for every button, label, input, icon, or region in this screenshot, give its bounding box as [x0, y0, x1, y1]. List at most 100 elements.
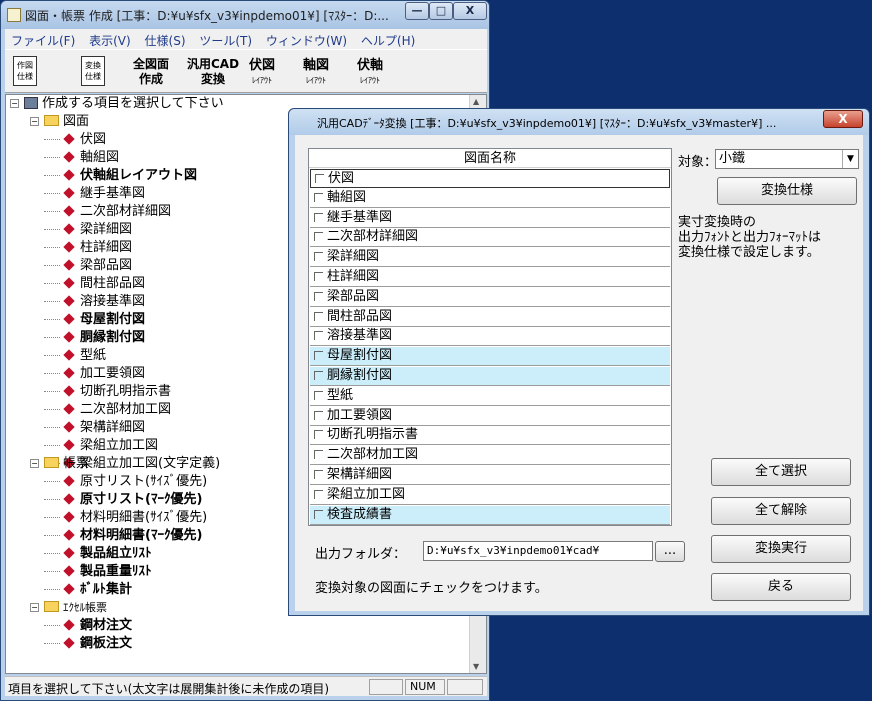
- tree-item[interactable]: 継手基準図: [44, 185, 145, 203]
- tree-item[interactable]: 二次部材加工図: [44, 401, 171, 419]
- checkbox[interactable]: [314, 371, 323, 380]
- tree-item[interactable]: ﾎﾞﾙﾄ集計: [44, 581, 132, 599]
- checkbox[interactable]: [314, 351, 323, 361]
- checkbox[interactable]: [314, 331, 323, 341]
- checkbox[interactable]: [314, 291, 323, 301]
- menu-view[interactable]: 表示(V): [85, 29, 137, 49]
- tree-item[interactable]: 伏図: [44, 131, 106, 149]
- tree-root[interactable]: − 作成する項目を選択して下さい: [10, 95, 224, 113]
- tree-item[interactable]: 梁組立加工図: [44, 437, 158, 455]
- browse-button[interactable]: ...: [655, 541, 685, 562]
- checklist-row[interactable]: 母屋割付図: [310, 347, 670, 367]
- checkbox[interactable]: [315, 174, 324, 183]
- dialog-close-button[interactable]: X: [823, 110, 863, 128]
- tree-item[interactable]: 型紙: [44, 347, 106, 365]
- checkbox[interactable]: [314, 311, 323, 321]
- tree-item[interactable]: 原寸リスト(ｻｲｽﾞ優先): [44, 473, 207, 491]
- tree-item[interactable]: 切断孔明指示書: [44, 383, 171, 401]
- checkbox[interactable]: [314, 489, 323, 499]
- checkbox[interactable]: [314, 430, 323, 440]
- checkbox[interactable]: [314, 212, 323, 222]
- menu-spec[interactable]: 仕様(S): [141, 29, 192, 49]
- checklist-row[interactable]: 溶接基準図: [310, 327, 670, 347]
- axis-layout-button[interactable]: 軸図 ﾚｲｱｳﾄ: [303, 58, 329, 88]
- menu-help[interactable]: ヘルプ(H): [357, 29, 421, 49]
- checkbox[interactable]: [314, 192, 323, 202]
- checklist-row[interactable]: 梁詳細図: [310, 248, 670, 268]
- deselect-all-button[interactable]: 全て解除: [711, 497, 851, 525]
- tree-item[interactable]: 架構詳細図: [44, 419, 145, 437]
- tree-item[interactable]: 胴縁割付図: [44, 329, 145, 347]
- tree-item[interactable]: 伏軸組レイアウト図: [44, 167, 197, 185]
- close-button[interactable]: X: [453, 2, 487, 20]
- tree-item[interactable]: 製品組立ﾘｽﾄ: [44, 545, 152, 563]
- checkbox[interactable]: [314, 410, 323, 420]
- chevron-down-icon[interactable]: ▼: [842, 150, 858, 168]
- tree-item[interactable]: 梁詳細図: [44, 221, 132, 239]
- back-button[interactable]: 戻る: [711, 573, 851, 601]
- checklist-row[interactable]: 型紙: [310, 387, 670, 406]
- plan-axis-layout-button[interactable]: 伏軸 ﾚｲｱｳﾄ: [357, 58, 383, 88]
- checklist-row[interactable]: 加工要領図: [310, 407, 670, 426]
- checklist-row[interactable]: 軸組図: [310, 189, 670, 208]
- checklist-row[interactable]: 柱詳細図: [310, 268, 670, 287]
- tree-item[interactable]: 母屋割付図: [44, 311, 145, 329]
- tree-folder-drawings[interactable]: − 図面: [30, 113, 89, 131]
- collapse-icon[interactable]: −: [30, 603, 39, 612]
- checkbox[interactable]: [314, 272, 323, 281]
- checklist-row[interactable]: 切断孔明指示書: [310, 426, 670, 446]
- tree-item[interactable]: 鋼板注文: [44, 635, 132, 653]
- checklist-row[interactable]: 継手基準図: [310, 209, 670, 228]
- create-all-drawings-button[interactable]: 全図面 作成: [133, 57, 169, 87]
- drawing-spec-icon-button[interactable]: 作図 仕様: [13, 56, 37, 86]
- checklist-row[interactable]: 伏図: [310, 169, 670, 188]
- checkbox[interactable]: [314, 252, 323, 262]
- main-titlebar[interactable]: 図面・帳票 作成 [工事：D:¥u¥sfx_v3¥inpdemo01¥] [ﾏｽ…: [1, 1, 489, 29]
- dialog-titlebar[interactable]: 汎用CADﾃﾞｰﾀ変換 [工事：D:¥u¥sfx_v3¥inpdemo01¥] …: [289, 109, 869, 135]
- collapse-icon[interactable]: −: [10, 99, 19, 108]
- scroll-down-icon[interactable]: ▼: [473, 662, 479, 671]
- tree-item[interactable]: 加工要領図: [44, 365, 145, 383]
- plan-layout-button[interactable]: 伏図 ﾚｲｱｳﾄ: [249, 58, 275, 88]
- select-all-button[interactable]: 全て選択: [711, 458, 851, 486]
- checklist-row[interactable]: 胴縁割付図: [310, 367, 670, 386]
- collapse-icon[interactable]: −: [30, 459, 39, 468]
- output-folder-input[interactable]: D:¥u¥sfx_v3¥inpdemo01¥cad¥: [423, 541, 653, 561]
- tree-item[interactable]: 溶接基準図: [44, 293, 145, 311]
- scroll-up-icon[interactable]: ▲: [473, 97, 479, 106]
- checkbox[interactable]: [314, 509, 323, 519]
- cad-convert-button[interactable]: 汎用CAD 変換: [187, 57, 239, 87]
- tree-folder-forms[interactable]: − 帳票: [30, 455, 89, 473]
- tree-item[interactable]: 二次部材詳細図: [44, 203, 171, 221]
- tree-item[interactable]: 鋼材注文: [44, 617, 132, 635]
- convert-spec-button[interactable]: 変換仕様: [717, 177, 857, 205]
- checklist-row[interactable]: 二次部材加工図: [310, 446, 670, 466]
- tree-item[interactable]: 材料明細書(ｻｲｽﾞ優先): [44, 509, 207, 527]
- maximize-button[interactable]: □: [429, 2, 453, 20]
- checkbox[interactable]: [314, 390, 323, 400]
- checklist-row[interactable]: 架構詳細図: [310, 466, 670, 485]
- checklist-row[interactable]: 間柱部品図: [310, 308, 670, 327]
- menu-file[interactable]: ファイル(F): [7, 29, 81, 49]
- menu-tools[interactable]: ツール(T): [195, 29, 258, 49]
- tree-item[interactable]: 柱詳細図: [44, 239, 132, 257]
- menu-window[interactable]: ウィンドウ(W): [262, 29, 353, 49]
- checklist-row[interactable]: 梁部品図: [310, 288, 670, 307]
- checkbox[interactable]: [314, 232, 323, 242]
- convert-spec-icon-button[interactable]: 変換 仕様: [81, 56, 105, 86]
- tree-folder-excel[interactable]: − ｴｸｾﾙ帳票: [30, 599, 107, 617]
- target-select[interactable]: 小鐵 ▼: [715, 149, 859, 169]
- collapse-icon[interactable]: −: [30, 117, 39, 126]
- tree-item[interactable]: 間柱部品図: [44, 275, 145, 293]
- tree-item[interactable]: 軸組図: [44, 149, 119, 167]
- checkbox[interactable]: [314, 470, 323, 479]
- checkbox[interactable]: [314, 450, 323, 460]
- checklist-row[interactable]: 二次部材詳細図: [310, 228, 670, 248]
- checklist-row[interactable]: 梁組立加工図: [310, 486, 670, 505]
- minimize-button[interactable]: —: [405, 2, 429, 20]
- tree-item[interactable]: 製品重量ﾘｽﾄ: [44, 563, 152, 581]
- execute-convert-button[interactable]: 変換実行: [711, 535, 851, 563]
- tree-item[interactable]: 梁部品図: [44, 257, 132, 275]
- checklist-row[interactable]: 検査成績書: [310, 505, 670, 525]
- tree-item[interactable]: 材料明細書(ﾏｰｸ優先): [44, 527, 202, 545]
